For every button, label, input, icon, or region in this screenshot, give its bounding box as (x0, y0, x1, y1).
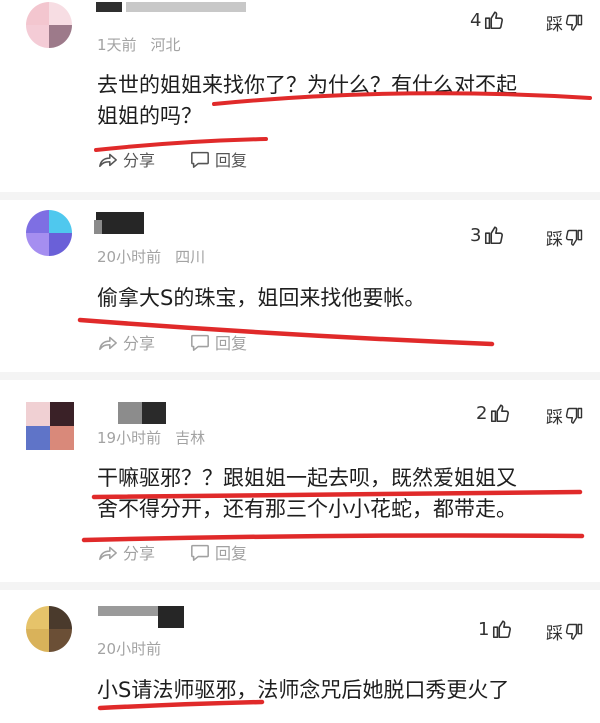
share-icon (99, 153, 117, 168)
like-count: 4 (470, 9, 482, 31)
share-label: 分享 (123, 544, 156, 563)
like-button[interactable]: 4 (470, 9, 505, 31)
thumbs-down-icon (565, 623, 583, 640)
share-button[interactable]: 分享 (97, 540, 155, 564)
dislike-label: 踩 (546, 624, 563, 644)
reply-bubble-icon (191, 544, 209, 561)
comment-divider (0, 582, 600, 590)
thumbs-down-icon (565, 407, 583, 424)
comment-text-line: 姐姐的吗？ (97, 104, 202, 128)
avatar[interactable] (26, 2, 72, 48)
share-button[interactable]: 分享 (97, 147, 155, 171)
comment-time: 19小时前 (97, 429, 162, 447)
comment-time: 1天前 (97, 36, 137, 54)
comment-text-line: 偷拿大S的珠宝，姐回来找他要帐。 (97, 286, 426, 310)
comment-text-line: 去世的姐姐来找你了？为什么？有什么对不起 (97, 73, 517, 97)
like-button[interactable]: 2 (476, 402, 511, 424)
thumbs-up-icon (485, 11, 504, 30)
dislike-label: 踩 (546, 15, 563, 35)
comment-location: 河北 (150, 36, 181, 54)
comment-meta: 1天前 河北 (97, 34, 181, 55)
comment-text: 去世的姐姐来找你了？为什么？有什么对不起 姐姐的吗？ (97, 70, 517, 132)
comment-text-line: 干嘛驱邪？？跟姐姐一起去呗，既然爱姐姐又 (97, 466, 517, 490)
comment-divider (0, 372, 600, 380)
reply-bubble-icon (191, 151, 209, 168)
dislike-label: 踩 (546, 408, 563, 428)
dislike-label: 踩 (546, 230, 563, 250)
comment-actions: 分享 回复 (97, 147, 247, 171)
thumbs-up-icon (491, 404, 510, 423)
reply-button[interactable]: 回复 (189, 147, 247, 171)
like-count: 1 (478, 618, 490, 640)
reply-button[interactable]: 回复 (189, 330, 247, 354)
avatar[interactable] (26, 606, 72, 652)
comment-actions: 分享 回复 (97, 330, 247, 354)
comment-meta: 20小时前 (97, 638, 161, 659)
thumbs-up-icon (493, 620, 512, 639)
share-icon (99, 546, 117, 561)
share-icon (99, 336, 117, 351)
reply-label: 回复 (215, 151, 248, 170)
comment-text: 干嘛驱邪？？跟姐姐一起去呗，既然爱姐姐又 舍不得分开，还有那三个小小花蛇，都带走… (97, 463, 517, 525)
like-count: 2 (476, 402, 488, 424)
reply-button[interactable]: 回复 (189, 540, 247, 564)
share-button[interactable]: 分享 (97, 330, 155, 354)
thumbs-down-icon (565, 14, 583, 31)
comment-location: 四川 (175, 248, 206, 266)
comment-text: 偷拿大S的珠宝，姐回来找他要帐。 (97, 283, 425, 314)
reply-label: 回复 (215, 544, 248, 563)
dislike-button[interactable]: 踩 (546, 10, 584, 35)
dislike-button[interactable]: 踩 (546, 225, 584, 250)
dislike-button[interactable]: 踩 (546, 619, 584, 644)
reply-label: 回复 (215, 334, 248, 353)
share-label: 分享 (123, 334, 156, 353)
comment-time: 20小时前 (97, 248, 162, 266)
like-count: 3 (470, 224, 482, 246)
comment-text: 小S请法师驱邪，法师念咒后她脱口秀更火了 (97, 675, 509, 706)
comment-actions: 分享 回复 (97, 540, 247, 564)
comment-divider (0, 192, 600, 200)
comment-time: 20小时前 (97, 640, 162, 658)
avatar[interactable] (26, 210, 72, 256)
comment-list: 1天前 河北 4 踩 去世的姐姐来找你了？为什么？有什么对不起 姐姐的吗？ 分享 … (0, 0, 600, 723)
comment-text-line: 小S请法师驱邪，法师念咒后她脱口秀更火了 (97, 678, 510, 702)
like-button[interactable]: 1 (478, 618, 513, 640)
comment-text-line: 舍不得分开，还有那三个小小花蛇，都带走。 (97, 497, 517, 521)
share-label: 分享 (123, 151, 156, 170)
thumbs-down-icon (565, 229, 583, 246)
comment-location: 吉林 (175, 429, 206, 447)
dislike-button[interactable]: 踩 (546, 403, 584, 428)
comment-meta: 19小时前 吉林 (97, 427, 205, 448)
avatar[interactable] (26, 402, 74, 450)
like-button[interactable]: 3 (470, 224, 505, 246)
comment-meta: 20小时前 四川 (97, 246, 205, 267)
reply-bubble-icon (191, 334, 209, 351)
thumbs-up-icon (485, 226, 504, 245)
